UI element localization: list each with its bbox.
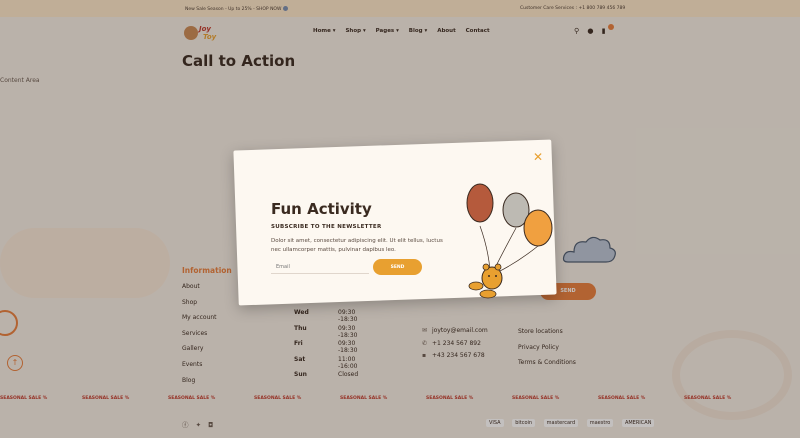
modal-title: Fun Activity — [271, 200, 372, 218]
send-button[interactable]: SEND — [373, 259, 422, 275]
close-icon[interactable]: ✕ — [533, 150, 543, 164]
modal-description: Dolor sit amet, consectetur adipiscing e… — [271, 238, 443, 253]
modal-subtitle: SUBSCRIBE TO THE NEWSLETTER — [271, 224, 382, 230]
email-field[interactable] — [271, 260, 369, 274]
balloon-bear-illustration — [466, 183, 553, 299]
